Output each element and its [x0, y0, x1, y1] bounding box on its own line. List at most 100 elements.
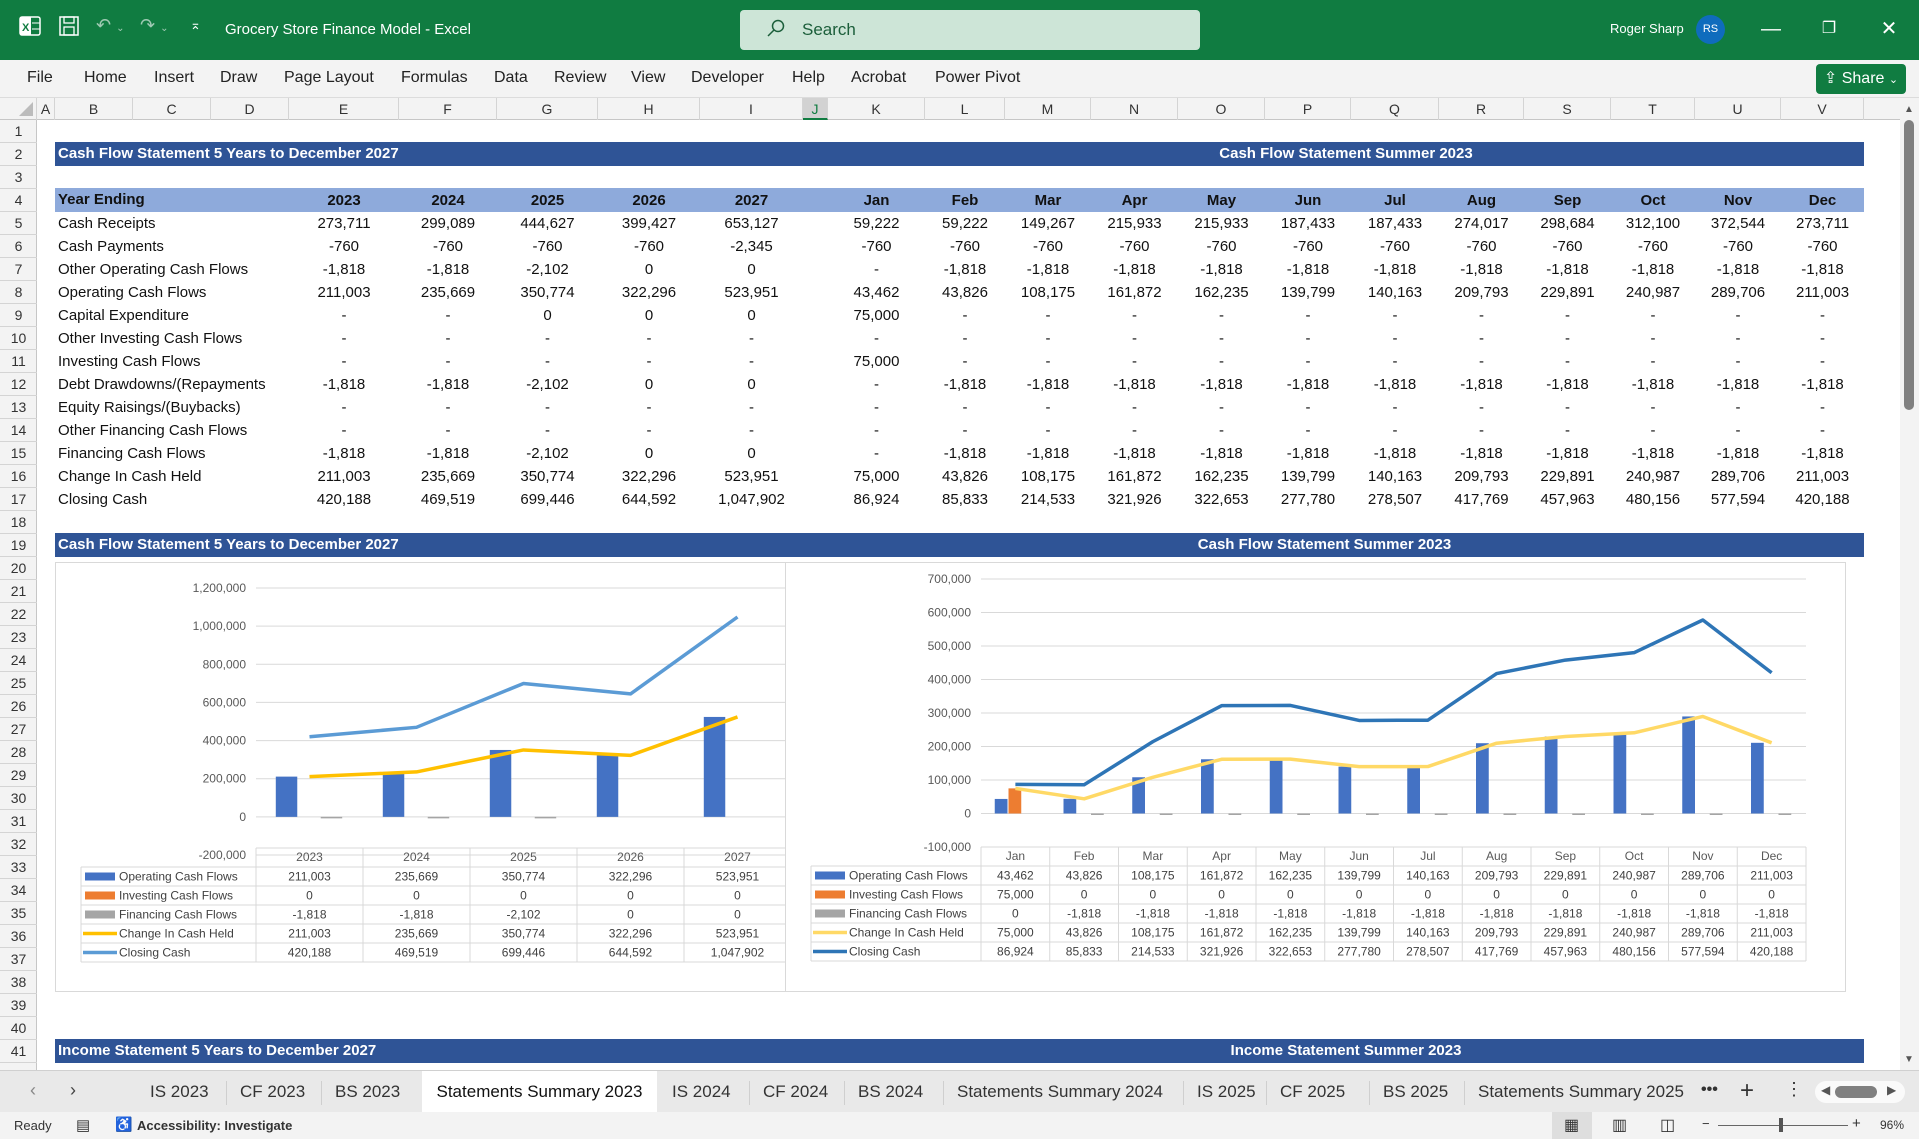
year-value-cell[interactable]: -1,818	[289, 442, 399, 465]
month-value-cell[interactable]: 140,163	[1351, 465, 1439, 488]
tab-review[interactable]: Review	[554, 69, 606, 87]
vertical-scrollbar[interactable]: ▲ ▼	[1900, 98, 1919, 1070]
year-value-cell[interactable]: -	[497, 396, 598, 419]
month-value-cell[interactable]: -	[1178, 304, 1265, 327]
month-value-cell[interactable]: -	[1781, 419, 1864, 442]
new-sheet-icon[interactable]: +	[1740, 1077, 1754, 1105]
year-value-cell[interactable]: 1,047,902	[700, 488, 803, 511]
row-header-10[interactable]: 10	[0, 327, 37, 350]
accessibility-status[interactable]: Accessibility: Investigate	[137, 1118, 292, 1133]
month-value-cell[interactable]: -	[1695, 327, 1781, 350]
column-header-b[interactable]: B	[55, 98, 133, 120]
month-value-cell[interactable]: -1,818	[1611, 373, 1695, 396]
month-value-cell[interactable]: -	[1351, 396, 1439, 419]
month-value-cell[interactable]: 322,653	[1178, 488, 1265, 511]
month-value-cell[interactable]: 59,222	[925, 212, 1005, 235]
month-value-cell[interactable]: -	[1695, 350, 1781, 373]
row-header-36[interactable]: 36	[0, 925, 37, 948]
month-value-cell[interactable]: -1,818	[1005, 373, 1091, 396]
year-value-cell[interactable]: -	[598, 419, 700, 442]
month-value-cell[interactable]: -	[1265, 304, 1351, 327]
month-value-cell[interactable]: 108,175	[1005, 465, 1091, 488]
month-value-cell[interactable]: -1,818	[1265, 442, 1351, 465]
month-value-cell[interactable]: -1,818	[1265, 258, 1351, 281]
row-header-24[interactable]: 24	[0, 649, 37, 672]
column-header-p[interactable]: P	[1265, 98, 1351, 120]
month-value-cell[interactable]: 149,267	[1005, 212, 1091, 235]
column-header-m[interactable]: M	[1005, 98, 1091, 120]
month-value-cell[interactable]: 273,711	[1781, 212, 1864, 235]
minimize-icon[interactable]: —	[1756, 14, 1786, 44]
month-value-cell[interactable]: -760	[828, 235, 925, 258]
month-value-cell[interactable]: -1,818	[1351, 373, 1439, 396]
row-header-16[interactable]: 16	[0, 465, 37, 488]
year-value-cell[interactable]: -	[700, 396, 803, 419]
month-value-cell[interactable]: 43,462	[828, 281, 925, 304]
year-value-cell[interactable]: -	[399, 350, 497, 373]
month-value-cell[interactable]: -1,818	[1781, 373, 1864, 396]
close-icon[interactable]: ✕	[1874, 14, 1904, 44]
month-value-cell[interactable]: -1,818	[925, 373, 1005, 396]
column-header-n[interactable]: N	[1091, 98, 1178, 120]
month-value-cell[interactable]: 85,833	[925, 488, 1005, 511]
month-value-cell[interactable]: 59,222	[828, 212, 925, 235]
tab-insert[interactable]: Insert	[154, 69, 194, 87]
year-value-cell[interactable]: 444,627	[497, 212, 598, 235]
month-value-cell[interactable]: -	[1351, 419, 1439, 442]
sheet-tab-bs-2025[interactable]: BS 2025	[1383, 1082, 1448, 1106]
month-value-cell[interactable]: 86,924	[828, 488, 925, 511]
month-value-cell[interactable]: 162,235	[1178, 465, 1265, 488]
month-value-cell[interactable]: -1,818	[1178, 442, 1265, 465]
month-value-cell[interactable]: -760	[1091, 235, 1178, 258]
month-value-cell[interactable]: -760	[1611, 235, 1695, 258]
row-header-29[interactable]: 29	[0, 764, 37, 787]
month-value-cell[interactable]: -	[1091, 350, 1178, 373]
search-box[interactable]: Search	[740, 10, 1200, 50]
month-value-cell[interactable]: -	[1178, 419, 1265, 442]
row-header-25[interactable]: 25	[0, 672, 37, 695]
year-value-cell[interactable]: -	[497, 327, 598, 350]
scroll-down-icon[interactable]: ▼	[1904, 1054, 1914, 1065]
month-value-cell[interactable]: -	[1178, 327, 1265, 350]
month-value-cell[interactable]: -1,818	[1265, 373, 1351, 396]
month-value-cell[interactable]: 211,003	[1781, 465, 1864, 488]
month-value-cell[interactable]: -	[1611, 396, 1695, 419]
row-header-2[interactable]: 2	[0, 143, 37, 166]
row-header-6[interactable]: 6	[0, 235, 37, 258]
month-value-cell[interactable]: -	[828, 327, 925, 350]
month-value-cell[interactable]: 75,000	[828, 350, 925, 373]
tab-formulas[interactable]: Formulas	[401, 69, 468, 87]
year-value-cell[interactable]: 0	[598, 304, 700, 327]
year-value-cell[interactable]: -1,818	[399, 442, 497, 465]
row-header-7[interactable]: 7	[0, 258, 37, 281]
zoom-slider[interactable]	[1718, 1125, 1848, 1126]
month-value-cell[interactable]: 577,594	[1695, 488, 1781, 511]
row-header-30[interactable]: 30	[0, 787, 37, 810]
sheet-tab-statements-summary-2023[interactable]: Statements Summary 2023	[422, 1071, 657, 1113]
month-value-cell[interactable]: -	[1695, 304, 1781, 327]
sheet-tab-is-2025[interactable]: IS 2025	[1197, 1082, 1256, 1106]
month-value-cell[interactable]: -	[1091, 419, 1178, 442]
year-value-cell[interactable]: -	[497, 419, 598, 442]
row-header-12[interactable]: 12	[0, 373, 37, 396]
year-value-cell[interactable]: -760	[289, 235, 399, 258]
month-value-cell[interactable]: -	[1005, 350, 1091, 373]
month-value-cell[interactable]: -	[1695, 396, 1781, 419]
month-value-cell[interactable]: -	[828, 442, 925, 465]
redo-icon[interactable]: ↷ ⌄	[140, 15, 168, 36]
tab-draw[interactable]: Draw	[220, 69, 257, 87]
normal-view-button[interactable]: ▦	[1552, 1112, 1592, 1139]
row-header-14[interactable]: 14	[0, 419, 37, 442]
sheet-tab-cf-2023[interactable]: CF 2023	[240, 1082, 305, 1106]
month-value-cell[interactable]: -1,818	[1178, 258, 1265, 281]
month-value-cell[interactable]: 43,826	[925, 281, 1005, 304]
year-value-cell[interactable]: -2,102	[497, 258, 598, 281]
month-value-cell[interactable]: -1,818	[1439, 258, 1524, 281]
column-header-f[interactable]: F	[399, 98, 497, 120]
column-header-g[interactable]: G	[497, 98, 598, 120]
month-value-cell[interactable]: -1,818	[925, 442, 1005, 465]
year-value-cell[interactable]: 235,669	[399, 465, 497, 488]
sheet-tab-statements-summary-2025[interactable]: Statements Summary 2025	[1478, 1082, 1684, 1106]
year-value-cell[interactable]: -	[399, 419, 497, 442]
month-value-cell[interactable]: -	[1439, 396, 1524, 419]
